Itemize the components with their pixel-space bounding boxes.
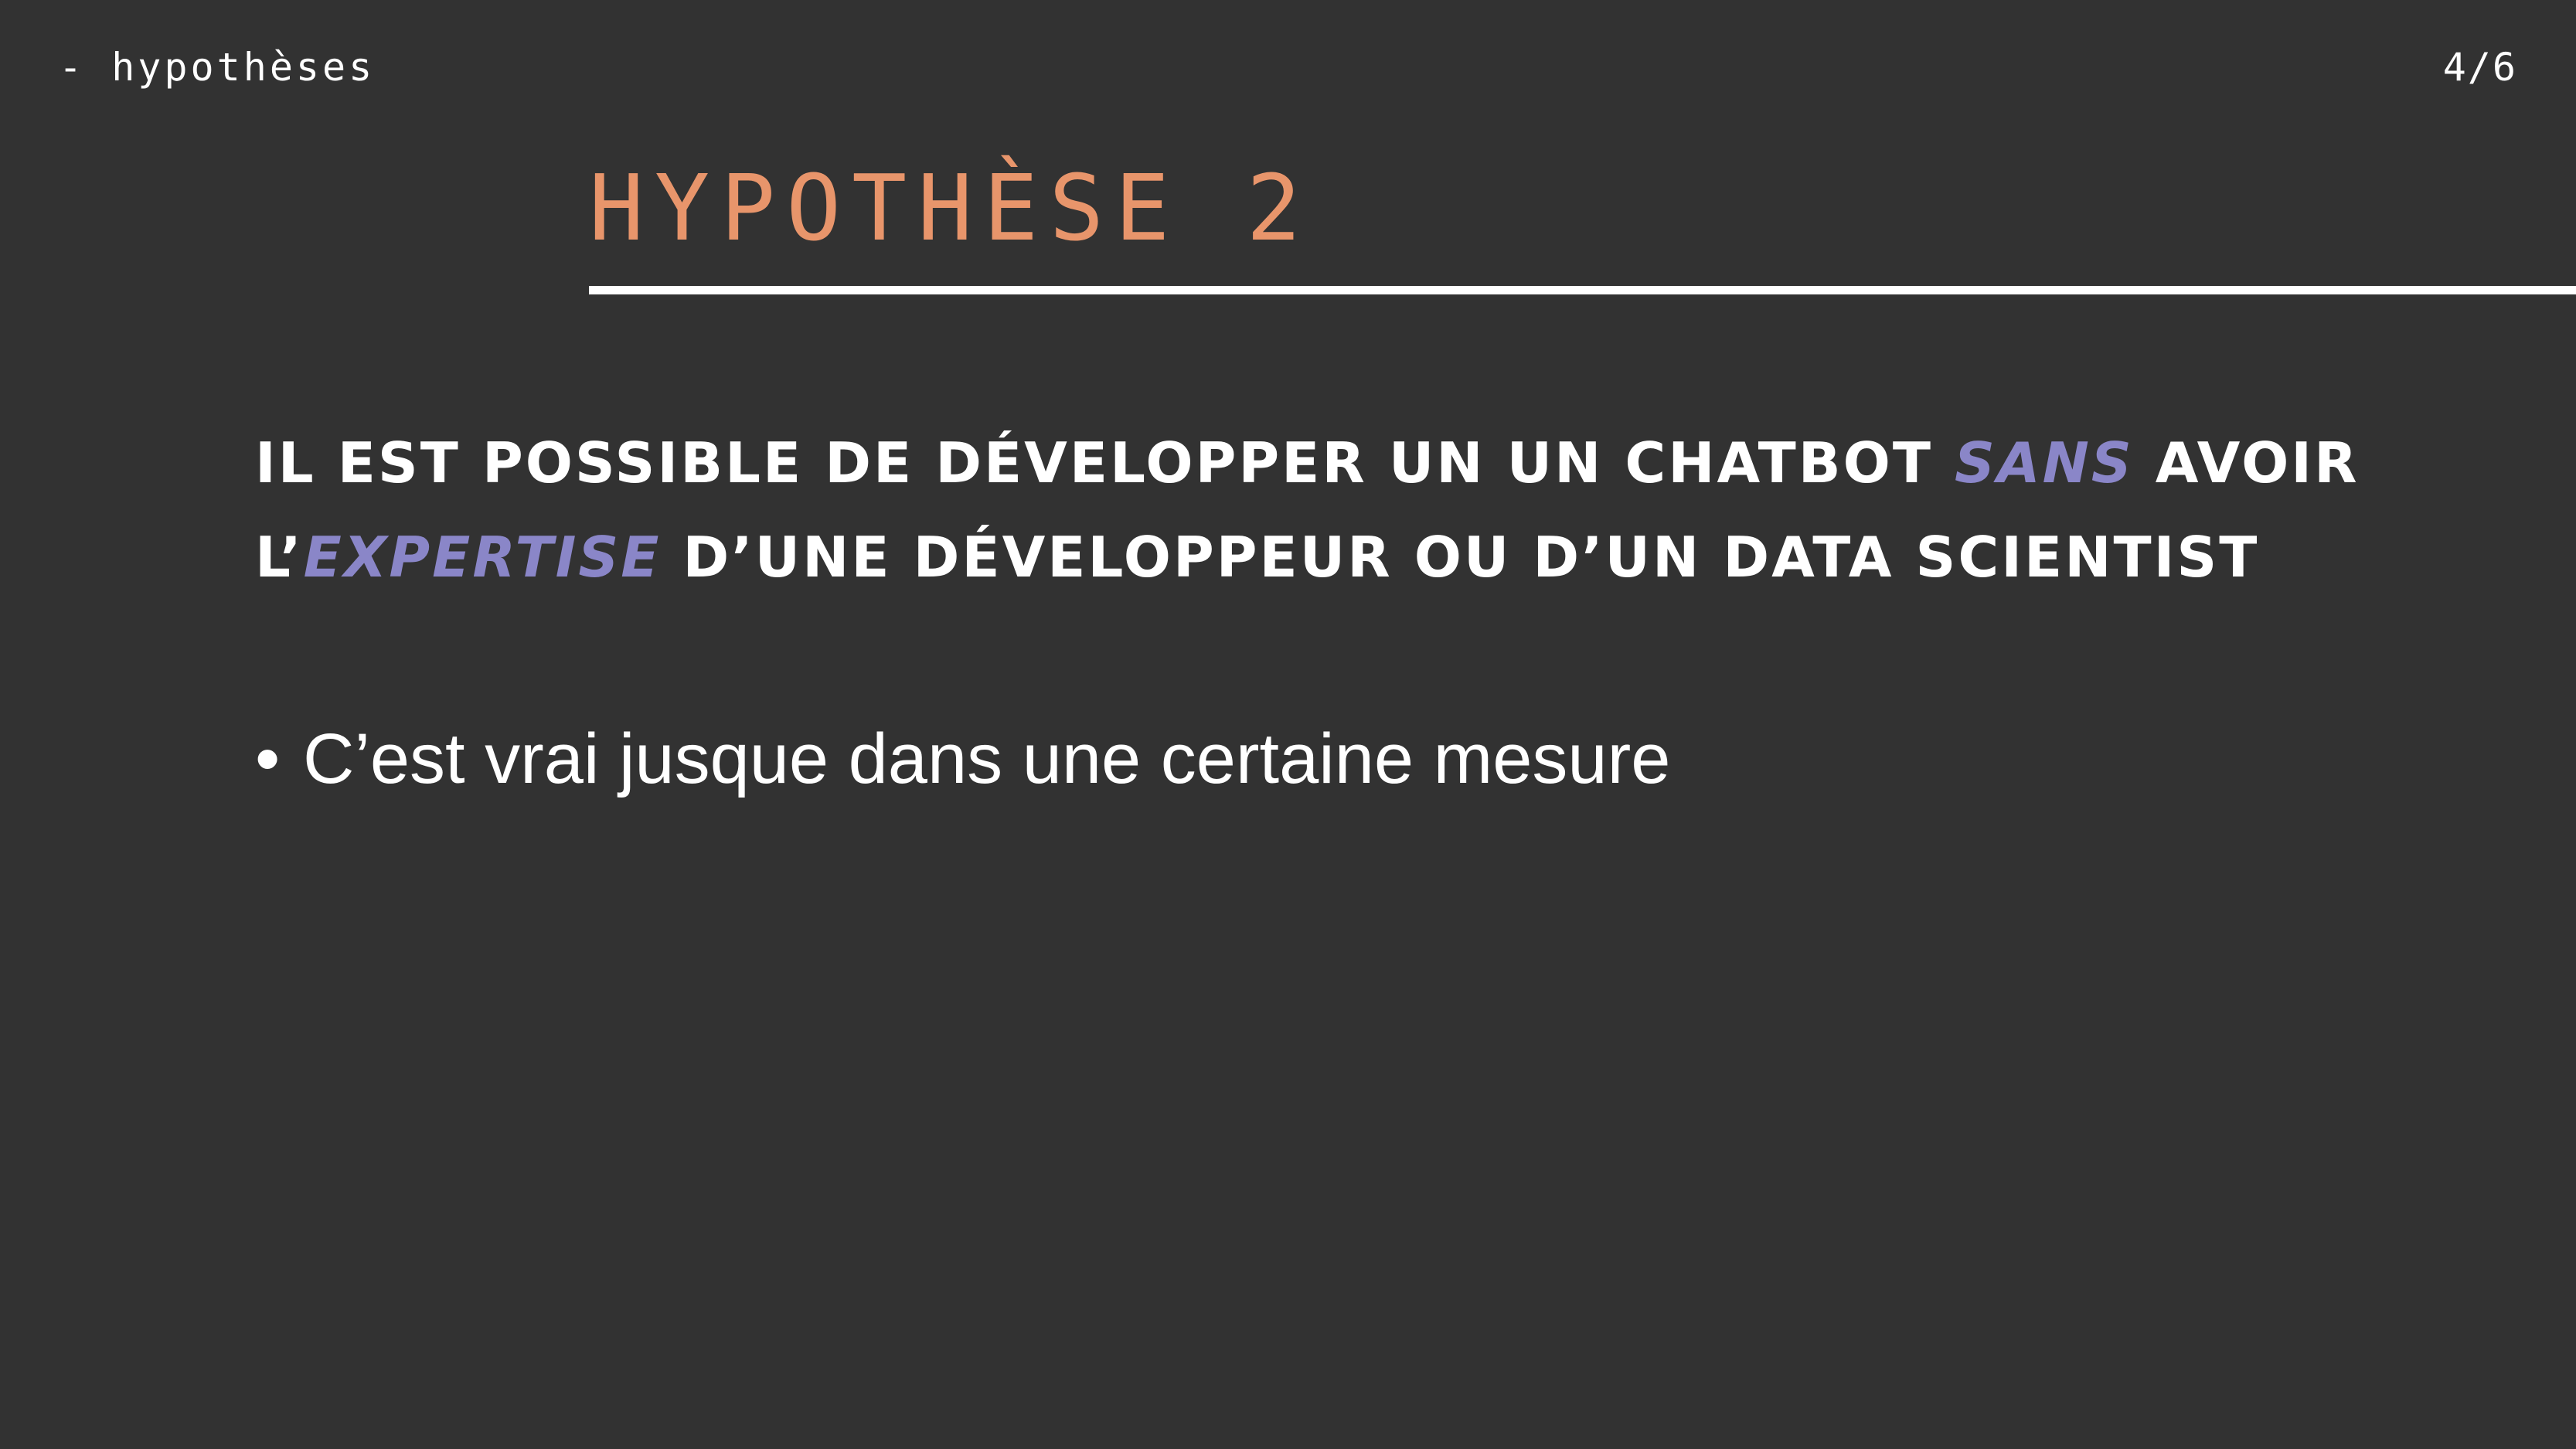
hypothesis-text: Il est possible de développer un un chat… [255, 430, 1955, 495]
page-number: 4/6 [2442, 45, 2517, 90]
hypothesis-statement: Il est possible de développer un un chat… [255, 416, 2419, 604]
slide-title: HYPOTHÈSE 2 [589, 155, 1312, 261]
title-underline [589, 286, 2576, 294]
hypothesis-text: l’ [255, 525, 304, 590]
slide: - hypothèses 4/6 HYPOTHÈSE 2 Il est poss… [0, 0, 2576, 1449]
hypothesis-emphasis-expertise: expertise [303, 525, 662, 590]
section-label: - hypothèses [59, 45, 376, 90]
bullet-list: • C’est vrai jusque dans une certaine me… [255, 719, 1670, 800]
hypothesis-text: d’une développeur ou d’un data scientist [661, 525, 2260, 590]
hypothesis-emphasis-sans: sans [1955, 430, 2134, 495]
bullet-marker: • [255, 719, 281, 798]
list-item: • C’est vrai jusque dans une certaine me… [255, 719, 1670, 800]
hypothesis-text: avoir [2133, 430, 2360, 495]
bullet-text: C’est vrai jusque dans une certaine mesu… [303, 719, 1671, 798]
